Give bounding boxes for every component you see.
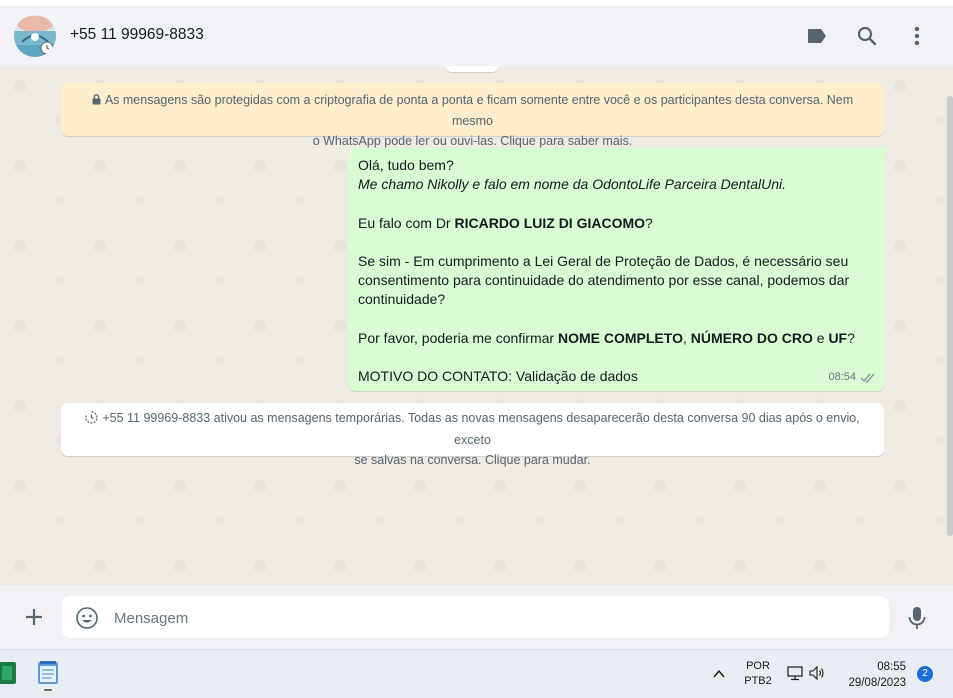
volume-button[interactable]: [808, 665, 826, 681]
windows-taskbar: POR PTB2 08:55 29/08/2023 2: [0, 649, 953, 698]
question-prefix: Eu falo com Dr: [358, 214, 455, 231]
message-reason: MOTIVO DO CONTATO: Validação de dados: [358, 368, 638, 385]
lock-icon: [92, 91, 101, 111]
network-button[interactable]: [786, 664, 804, 682]
notification-badge[interactable]: 2: [917, 666, 933, 682]
chat-scrollbar[interactable]: [947, 96, 953, 536]
chat-panel[interactable]: As mensagens são protegidas com a cripto…: [0, 66, 953, 585]
message-question: Eu falo com Dr RICARDO LUIZ DI GIACOMO?: [358, 214, 874, 233]
microphone-icon: [908, 607, 926, 629]
chevron-up-icon: [713, 669, 725, 678]
confirm-cro: NÚMERO DO CRO: [690, 329, 813, 346]
contact-name[interactable]: +55 11 99969-8833: [70, 26, 204, 44]
network-icon: [787, 666, 803, 681]
show-hidden-icons-button[interactable]: [711, 666, 727, 682]
taskbar-excel-app[interactable]: [0, 658, 20, 692]
clock-date: 29/08/2023: [848, 677, 906, 689]
contact-avatar[interactable]: [14, 15, 56, 57]
encryption-notice-line1: As mensagens são protegidas com a cripto…: [104, 93, 854, 128]
question-suffix: ?: [645, 214, 653, 231]
message-confirm: Por favor, poderia me confirmar NOME COM…: [358, 329, 874, 348]
message-lgpd: Se sim - Em cumprimento a Lei Geral de P…: [358, 252, 850, 308]
attach-button[interactable]: [20, 603, 48, 631]
search-icon: [857, 26, 877, 46]
message-time: 08:54: [828, 370, 856, 383]
confirm-prefix: Por favor, poderia me confirmar: [358, 329, 558, 346]
bubble-tail: [883, 148, 891, 157]
taskbar-notepad-app[interactable]: [34, 658, 64, 692]
language-code: POR: [746, 660, 770, 672]
emoji-button[interactable]: [75, 606, 99, 630]
message-greeting: Olá, tudo bem?: [358, 157, 454, 173]
encryption-notice-line2: o WhatsApp pode ler ou ouvi-las. Clique …: [312, 134, 633, 148]
system-message-line2: se salvas na conversa. Clique para mudar…: [354, 453, 591, 467]
timer-icon: [85, 410, 98, 430]
double-check-icon: [860, 373, 875, 383]
confirm-name: NOME COMPLETO: [557, 329, 683, 346]
clock-time: 08:55: [877, 661, 906, 673]
message-meta: 08:54: [828, 368, 876, 387]
emoji-icon: [76, 607, 98, 629]
message-composer: [0, 585, 953, 649]
confirm-uf: UF: [828, 329, 848, 346]
outgoing-message[interactable]: Olá, tudo bem? Me chamo Nikolly e falo e…: [349, 148, 891, 391]
search-button[interactable]: [853, 22, 881, 50]
spreadsheet-app-icon: [0, 662, 16, 684]
message-input[interactable]: [112, 596, 876, 640]
chat-header: +55 11 99969-8833: [0, 6, 953, 66]
date-pill: [446, 66, 498, 72]
confirm-sep1: ,: [682, 329, 691, 346]
keyboard-layout: PTB2: [744, 675, 772, 687]
disappearing-messages-notice[interactable]: +55 11 99969-8833 ativou as mensagens te…: [61, 403, 884, 467]
confirm-suffix: ?: [847, 329, 855, 346]
system-message-line1: +55 11 99969-8833 ativou as mensagens te…: [102, 411, 860, 447]
more-vertical-icon: [914, 26, 920, 46]
message-intro: Me chamo Nikolly e falo em nome da Odont…: [358, 176, 786, 193]
taskbar-clock[interactable]: 08:55 29/08/2023: [836, 659, 906, 691]
input-language-indicator[interactable]: POR PTB2: [742, 659, 774, 689]
message-input-wrapper: [62, 596, 889, 640]
notepad-app-icon: [38, 661, 58, 691]
plus-icon: [26, 609, 42, 625]
menu-button[interactable]: [903, 22, 931, 50]
voice-message-button[interactable]: [905, 605, 929, 631]
labels-button[interactable]: [803, 22, 831, 50]
confirm-sep2: e: [812, 329, 829, 346]
label-icon: [808, 29, 826, 43]
doctor-name: RICARDO LUIZ DI GIACOMO: [454, 214, 646, 231]
encryption-notice[interactable]: As mensagens são protegidas com a cripto…: [61, 83, 884, 148]
speaker-icon: [809, 665, 824, 681]
